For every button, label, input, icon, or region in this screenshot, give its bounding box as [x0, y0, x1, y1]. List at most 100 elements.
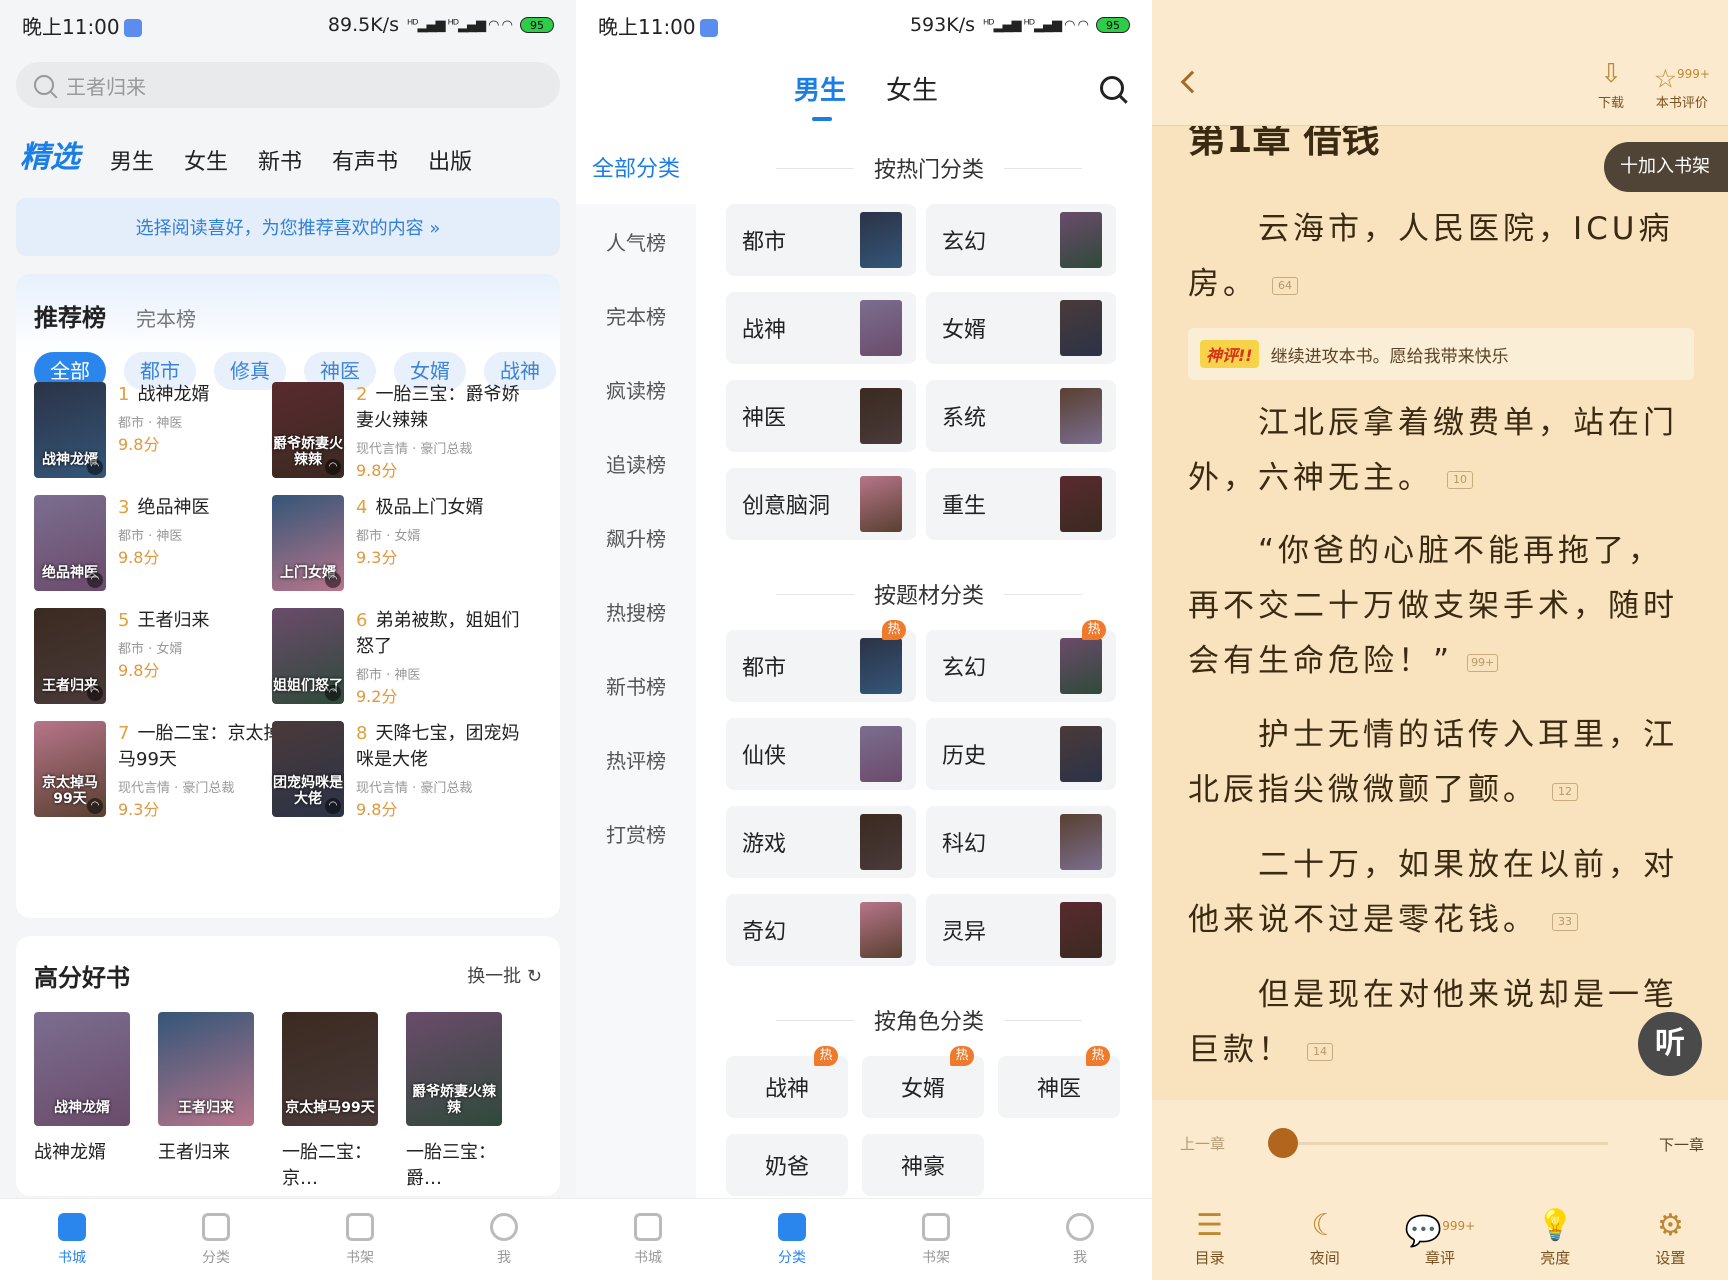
category-tile[interactable]: 战神 — [726, 292, 916, 364]
rank-book-item[interactable]: 战神龙婿 ◠ 1 战神龙婿 都市 · 神医 9.8分 — [34, 382, 296, 482]
download-button[interactable]: ⇩ 下载 — [1598, 58, 1624, 111]
top-rated-book[interactable]: 王者归来 王者归来 — [158, 1012, 254, 1166]
comment-count[interactable]: 10 — [1447, 470, 1473, 489]
comment-count[interactable]: 99+ — [1467, 653, 1499, 672]
book-cover[interactable]: 姐姐们怒了 ◠ — [272, 608, 344, 704]
progress-track[interactable] — [1274, 1142, 1608, 1145]
book-cover[interactable] — [1060, 814, 1102, 870]
book-cover[interactable]: 王者归来 — [158, 1012, 254, 1126]
tool-亮度[interactable]: 💡 亮度 — [1498, 1205, 1613, 1268]
tab-male[interactable]: 男生 — [110, 144, 154, 176]
category-tile[interactable]: 创意脑洞 — [726, 468, 916, 540]
role-tile[interactable]: 奶爸 — [726, 1134, 848, 1196]
rank-book-item[interactable]: 上门女婿 ◠ 4 极品上门女婿 都市 · 女婿 9.3分 — [272, 495, 534, 595]
listen-button[interactable]: 听 — [1638, 1012, 1702, 1076]
next-chapter-button[interactable]: 下一章 — [1659, 1134, 1704, 1155]
category-tile[interactable]: 神医 — [726, 380, 916, 452]
book-cover[interactable] — [1060, 726, 1102, 782]
category-tile[interactable]: 系统 — [926, 380, 1116, 452]
book-cover[interactable] — [860, 902, 902, 958]
category-tile[interactable]: 科幻 — [926, 806, 1116, 878]
rank-book-item[interactable]: 姐姐们怒了 ◠ 6 弟弟被欺，姐姐们怒了 都市 · 神医 9.2分 — [272, 608, 534, 708]
book-cover[interactable] — [860, 212, 902, 268]
book-cover[interactable]: 团宠妈咪是大佬 ◠ — [272, 721, 344, 817]
rank-alt-title[interactable]: 完本榜 — [136, 303, 196, 332]
book-cover[interactable]: 京太掉马99天 ◠ — [34, 721, 106, 817]
book-cover[interactable] — [1060, 212, 1102, 268]
rank-book-item[interactable]: 京太掉马99天 ◠ 7 一胎二宝：京太掉马99天 现代言情 · 豪门总裁 9.3分 — [34, 721, 296, 821]
tab-audio[interactable]: 有声书 — [332, 144, 398, 176]
book-cover[interactable] — [1060, 388, 1102, 444]
book-cover[interactable]: 王者归来 ◠ — [34, 608, 106, 704]
tab-female[interactable]: 女生 — [886, 70, 938, 107]
comment-count[interactable]: 12 — [1552, 782, 1578, 801]
tab-featured[interactable]: 精选 — [20, 132, 80, 176]
sidebar-item[interactable]: 打赏榜 — [576, 796, 696, 870]
book-cover[interactable]: 爵爷娇妻火辣辣 — [406, 1012, 502, 1126]
nav-shelf[interactable]: 书架 — [288, 1199, 432, 1280]
book-cover[interactable]: 战神龙婿 — [34, 1012, 130, 1126]
book-cover[interactable] — [860, 388, 902, 444]
book-cover[interactable]: 爵爷娇妻火辣辣 ◠ — [272, 382, 344, 478]
book-review-button[interactable]: ☆999+ 本书评价 — [1654, 58, 1710, 111]
category-tile[interactable]: 玄幻 热 — [926, 620, 1116, 702]
book-cover[interactable] — [860, 300, 902, 356]
refresh-button[interactable]: 换一批 ↻ — [467, 962, 542, 988]
category-tile[interactable]: 历史 — [926, 718, 1116, 790]
book-cover[interactable] — [860, 814, 902, 870]
category-tile[interactable]: 玄幻 — [926, 204, 1116, 276]
book-cover[interactable] — [860, 476, 902, 532]
nav-bookstore[interactable]: 书城 — [0, 1199, 144, 1280]
book-cover[interactable] — [860, 726, 902, 782]
category-tile[interactable]: 游戏 — [726, 806, 916, 878]
role-tile[interactable]: 女婿热 — [862, 1046, 984, 1118]
book-cover[interactable] — [1060, 476, 1102, 532]
nav-category[interactable]: 分类 — [720, 1199, 864, 1280]
rank-book-item[interactable]: 王者归来 ◠ 5 王者归来 都市 · 女婿 9.8分 — [34, 608, 296, 708]
sidebar-item[interactable]: 全部分类 — [576, 130, 696, 204]
book-cover[interactable]: 京太掉马99天 — [282, 1012, 378, 1126]
add-to-shelf-button[interactable]: 十加入书架 — [1604, 142, 1728, 192]
category-tile[interactable]: 灵异 — [926, 894, 1116, 966]
book-cover[interactable] — [1060, 300, 1102, 356]
rank-title[interactable]: 推荐榜 — [34, 298, 106, 333]
search-input[interactable]: 王者归来 — [16, 62, 560, 108]
role-tile[interactable]: 神豪 — [862, 1134, 984, 1196]
nav-category[interactable]: 分类 — [144, 1199, 288, 1280]
top-rated-book[interactable]: 京太掉马99天 一胎二宝：京… — [282, 1012, 378, 1192]
prev-chapter-button[interactable]: 上一章 — [1180, 1133, 1225, 1154]
book-cover[interactable]: 战神龙婿 ◠ — [34, 382, 106, 478]
book-cover[interactable]: 上门女婿 ◠ — [272, 495, 344, 591]
top-rated-book[interactable]: 爵爷娇妻火辣辣 一胎三宝：爵… — [406, 1012, 502, 1192]
sidebar-item[interactable]: 完本榜 — [576, 278, 696, 352]
comment-count[interactable]: 14 — [1307, 1042, 1333, 1061]
sidebar-item[interactable]: 热搜榜 — [576, 574, 696, 648]
tool-设置[interactable]: ⚙ 设置 — [1613, 1205, 1728, 1268]
tab-publish[interactable]: 出版 — [428, 144, 472, 176]
preference-banner[interactable]: 选择阅读喜好，为您推荐喜欢的内容 » — [16, 198, 560, 256]
sidebar-item[interactable]: 追读榜 — [576, 426, 696, 500]
category-tile[interactable]: 都市 热 — [726, 620, 916, 702]
sidebar-item[interactable]: 飙升榜 — [576, 500, 696, 574]
rank-book-item[interactable]: 绝品神医 ◠ 3 绝品神医 都市 · 神医 9.8分 — [34, 495, 296, 595]
progress-knob[interactable] — [1268, 1128, 1298, 1158]
tool-目录[interactable]: ☰ 目录 — [1152, 1205, 1267, 1268]
role-tile[interactable]: 神医热 — [998, 1046, 1120, 1118]
top-rated-book[interactable]: 战神龙婿 战神龙婿 — [34, 1012, 130, 1166]
hot-comment[interactable]: 神评!! 继续进攻本书。愿给我带来快乐 — [1188, 328, 1694, 380]
tool-章评[interactable]: 💬999+ 章评 — [1382, 1205, 1497, 1268]
comment-count[interactable]: 33 — [1552, 912, 1578, 931]
category-tile[interactable]: 女婿 — [926, 292, 1116, 364]
category-tile[interactable]: 都市 — [726, 204, 916, 276]
role-tile[interactable]: 战神热 — [726, 1046, 848, 1118]
rank-book-item[interactable]: 爵爷娇妻火辣辣 ◠ 2 一胎三宝：爵爷娇妻火辣辣 现代言情 · 豪门总裁 9.8分 — [272, 382, 534, 482]
nav-me[interactable]: 我 — [432, 1199, 576, 1280]
nav-shelf[interactable]: 书架 — [864, 1199, 1008, 1280]
sidebar-item[interactable]: 新书榜 — [576, 648, 696, 722]
book-cover[interactable]: 绝品神医 ◠ — [34, 495, 106, 591]
nav-bookstore[interactable]: 书城 — [576, 1199, 720, 1280]
tab-female[interactable]: 女生 — [184, 144, 228, 176]
tab-new[interactable]: 新书 — [258, 144, 302, 176]
comment-count[interactable]: 64 — [1272, 276, 1298, 295]
tab-male[interactable]: 男生 — [794, 70, 846, 121]
